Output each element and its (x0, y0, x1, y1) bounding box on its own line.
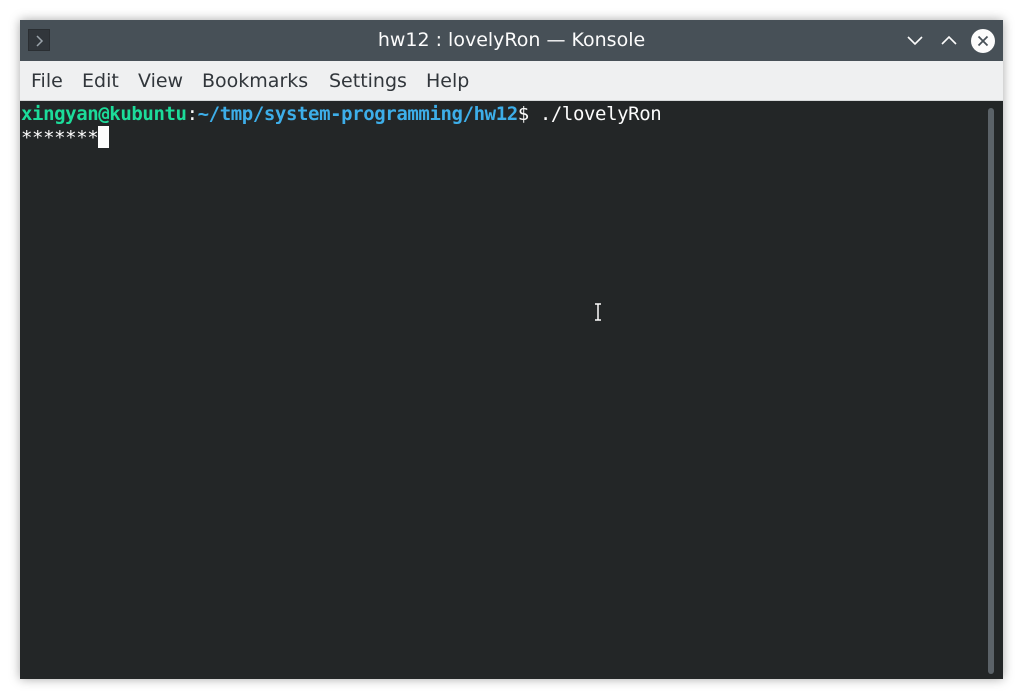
konsole-window: hw12 : lovelyRon — Konsole File Edit Vie… (20, 20, 1003, 679)
prompt-line: xingyan@kubuntu:~/tmp/system-programming… (21, 103, 662, 126)
window-title: hw12 : lovelyRon — Konsole (377, 29, 646, 51)
prompt-user: xingyan@kubuntu (21, 103, 187, 125)
text-cursor (98, 126, 110, 148)
menu-help[interactable]: Help (426, 61, 469, 101)
prompt-command: $ ./lovelyRon (517, 103, 662, 125)
title-bar[interactable]: hw12 : lovelyRon — Konsole (20, 20, 1003, 61)
menu-bookmarks[interactable]: Bookmarks (202, 61, 308, 101)
minimize-button[interactable] (902, 28, 928, 54)
menu-settings[interactable]: Settings (329, 61, 407, 101)
output-line: ******* (21, 126, 110, 149)
prompt-path: ~/tmp/system-programming/hw12 (197, 103, 519, 125)
menu-file[interactable]: File (31, 61, 63, 101)
terminal-area[interactable]: xingyan@kubuntu:~/tmp/system-programming… (20, 101, 1003, 679)
close-button[interactable] (970, 28, 996, 54)
menu-bar: File Edit View Bookmarks Settings Help (20, 61, 1003, 101)
maximize-button[interactable] (936, 28, 962, 54)
prompt-separator: : (186, 103, 198, 125)
menu-view[interactable]: View (138, 61, 183, 101)
menu-edit[interactable]: Edit (82, 61, 119, 101)
password-stars: ******* (21, 127, 99, 149)
close-icon (971, 29, 995, 53)
ibeam-cursor-icon (592, 302, 604, 322)
vertical-scrollbar[interactable] (988, 108, 994, 674)
chevron-down-icon (907, 36, 923, 46)
chevron-up-icon (941, 35, 957, 45)
